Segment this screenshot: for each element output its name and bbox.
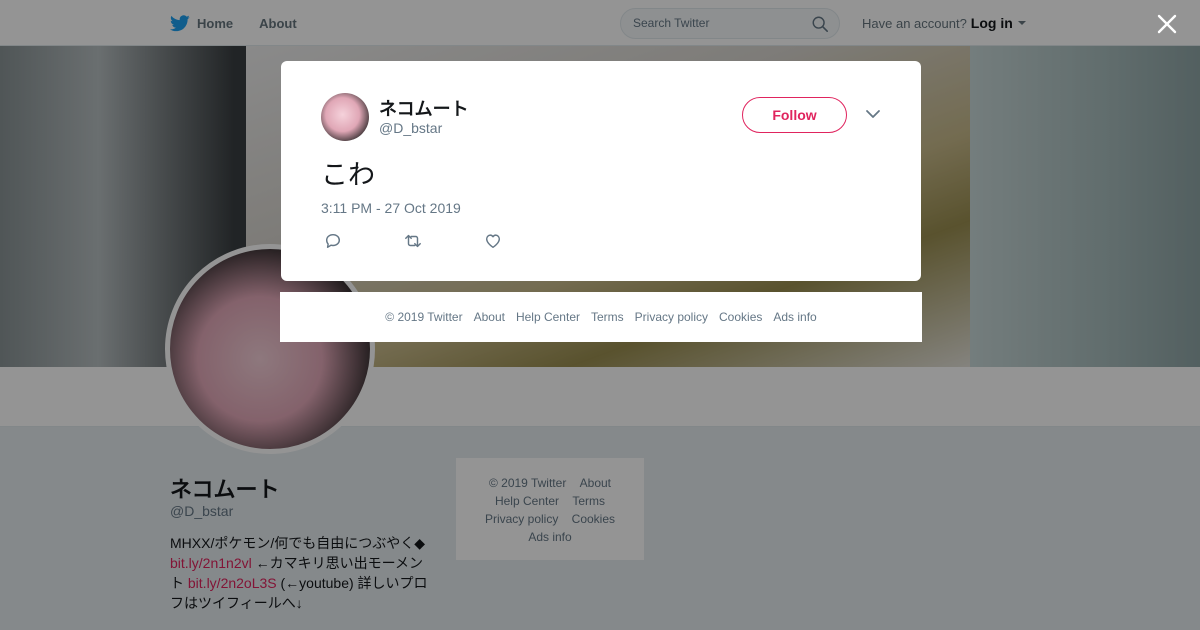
footer-link-help[interactable]: Help Center xyxy=(516,310,580,324)
tweet-actions xyxy=(324,232,502,250)
like-heart-icon[interactable] xyxy=(484,232,502,250)
retweet-icon[interactable] xyxy=(404,232,422,250)
follow-button[interactable]: Follow xyxy=(742,97,847,133)
reply-icon[interactable] xyxy=(324,232,342,250)
tweet-author-avatar[interactable] xyxy=(321,93,369,141)
footer-link-privacy[interactable]: Privacy policy xyxy=(635,310,708,324)
tweet-timestamp[interactable]: 3:11 PM - 27 Oct 2019 xyxy=(321,200,461,216)
footer-copyright: © 2019 Twitter xyxy=(385,310,463,324)
tweet-text: こわ xyxy=(321,160,375,190)
tweet-author-handle[interactable]: @D_bstar xyxy=(379,120,442,136)
modal-footer: © 2019 Twitter About Help Center Terms P… xyxy=(280,292,922,342)
tweet-modal: ネコムート @D_bstar Follow こわ 3:11 PM - 27 Oc… xyxy=(281,61,921,281)
footer-link-terms[interactable]: Terms xyxy=(591,310,624,324)
close-icon[interactable] xyxy=(1155,12,1179,36)
chevron-down-icon[interactable] xyxy=(865,108,881,120)
footer-link-cookies[interactable]: Cookies xyxy=(719,310,762,324)
footer-link-about[interactable]: About xyxy=(474,310,505,324)
footer-link-ads[interactable]: Ads info xyxy=(773,310,816,324)
tweet-author-name[interactable]: ネコムート xyxy=(379,95,469,121)
